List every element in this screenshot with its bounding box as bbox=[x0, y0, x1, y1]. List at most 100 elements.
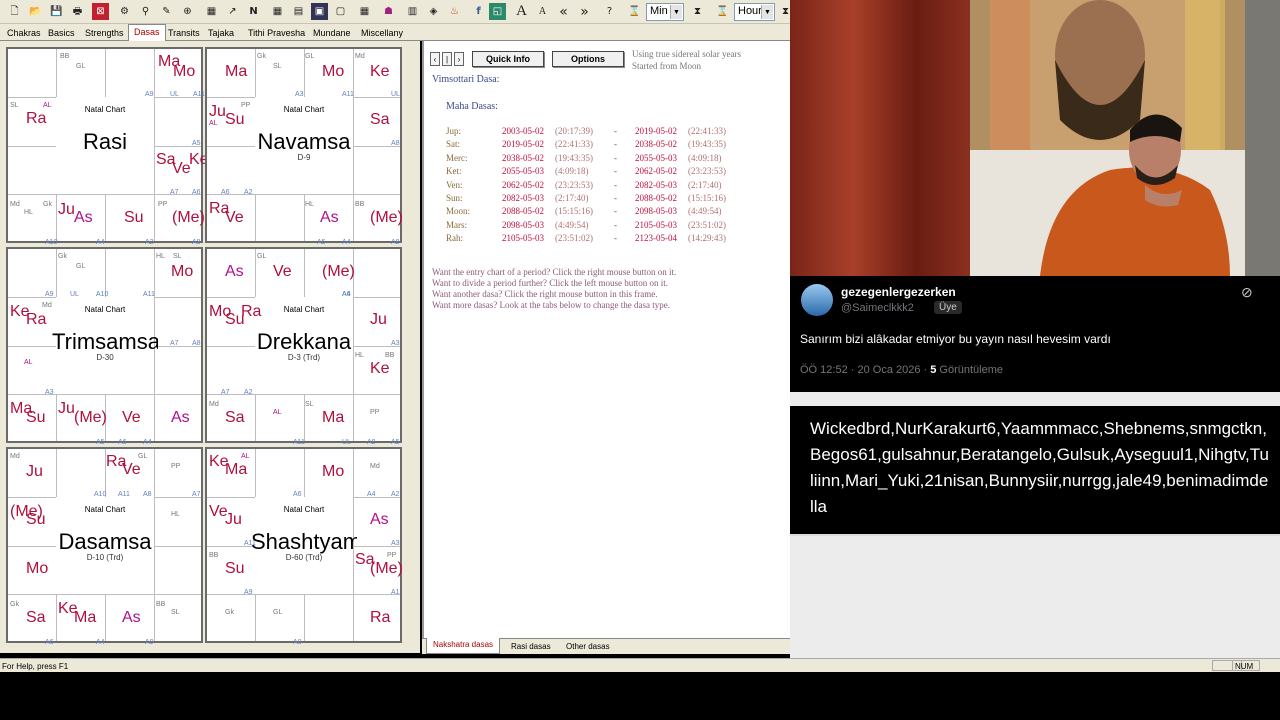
planet-label[interactable]: Su bbox=[26, 512, 46, 528]
planet-label[interactable]: As bbox=[171, 410, 190, 426]
grid-icon[interactable]: ▦ bbox=[269, 3, 286, 20]
planet-label[interactable]: Su bbox=[225, 312, 245, 328]
planet-label[interactable]: Su bbox=[124, 210, 144, 226]
planet-label[interactable]: (Me) bbox=[322, 264, 355, 280]
tab-tajaka[interactable]: Tajaka bbox=[203, 26, 239, 41]
planet-label[interactable]: Su bbox=[26, 410, 46, 426]
planet-label[interactable]: Ma bbox=[225, 64, 247, 80]
planet-label[interactable]: Sa bbox=[26, 610, 46, 626]
planet-label[interactable]: Ju bbox=[209, 104, 226, 120]
chart-1[interactable]: Natal Chart Navamsa D-9 Ma Mo Ke Ju Su Sa Ra Ve As(… bbox=[205, 47, 403, 246]
tab-chakras[interactable]: Chakras bbox=[2, 26, 46, 41]
print-icon[interactable]: 🖶 bbox=[69, 3, 86, 20]
search-icon[interactable]: ⚲ bbox=[137, 3, 154, 20]
planet-label[interactable]: Ve bbox=[122, 410, 141, 426]
back-icon[interactable]: « bbox=[555, 3, 572, 20]
planet-label[interactable]: Mo bbox=[173, 64, 195, 80]
planet-label[interactable]: Sa bbox=[225, 410, 245, 426]
planet-label[interactable]: Ju bbox=[58, 202, 75, 218]
planet-label[interactable]: (Me) bbox=[74, 410, 107, 426]
book-icon[interactable]: ▥ bbox=[404, 3, 421, 20]
planet-label[interactable]: Ke bbox=[370, 64, 390, 80]
planet-label[interactable]: Mo bbox=[322, 464, 344, 480]
planet-label[interactable]: Ju bbox=[58, 401, 75, 417]
frame-icon[interactable]: ▢ bbox=[332, 3, 349, 20]
app-icon[interactable]: ◱ bbox=[489, 3, 506, 20]
quick-info-button[interactable]: Quick Info bbox=[472, 51, 544, 67]
tab-strengths[interactable]: Strengths bbox=[80, 26, 129, 41]
planet-label[interactable]: Ju bbox=[225, 512, 242, 528]
tab-mundane[interactable]: Mundane bbox=[308, 26, 356, 41]
facebook-icon[interactable]: f bbox=[470, 3, 487, 20]
new-file-icon[interactable]: 🗋 bbox=[6, 3, 23, 20]
planet-label[interactable]: Ju bbox=[26, 464, 43, 480]
planet-label[interactable]: Ra bbox=[26, 312, 46, 328]
planet-label[interactable]: Ve bbox=[172, 161, 191, 177]
tab-nakshatra-dasas[interactable]: Nakshatra dasas bbox=[426, 638, 501, 654]
planet-label[interactable]: Su bbox=[225, 112, 245, 128]
connect-icon[interactable]: ✎ bbox=[158, 3, 175, 20]
clock-icon[interactable]: ⌛ bbox=[714, 3, 731, 20]
chart-icon[interactable]: ⊠ bbox=[92, 3, 109, 20]
planet-label[interactable]: Su bbox=[225, 561, 245, 577]
planet-label[interactable]: Ve bbox=[122, 462, 141, 478]
table-icon[interactable]: ▤ bbox=[290, 3, 307, 20]
dasa-panel[interactable]: ‹ | › Quick Info Options Using true side… bbox=[422, 41, 790, 653]
planet-label[interactable]: Sa bbox=[370, 112, 390, 128]
chart-0[interactable]: Natal Chart Rasi Ma Mo Ra Sa Ve Ke Ju As Su (Me) BB G… bbox=[6, 47, 209, 246]
graph-icon[interactable]: ↗ bbox=[224, 3, 241, 20]
pause-button[interactable]: | bbox=[442, 52, 452, 66]
planet-label[interactable]: (Me) bbox=[370, 210, 403, 226]
sp-icon[interactable]: ▦ bbox=[203, 3, 220, 20]
step-icon[interactable]: ⧗ bbox=[689, 3, 706, 20]
time-unit-hour-select[interactable]: Hour ▼ bbox=[734, 3, 775, 21]
chart-2[interactable]: Natal Chart Trimsamsa D-30 Mo Ke Ra Ma Su Ju (Me)… bbox=[6, 247, 203, 446]
save-icon[interactable]: 💾 bbox=[48, 3, 65, 20]
time-icon[interactable]: ⌛ bbox=[626, 3, 643, 20]
planet-label[interactable]: Ma bbox=[74, 610, 96, 626]
planet-label[interactable]: Mo bbox=[322, 64, 344, 80]
planet-label[interactable]: As bbox=[225, 264, 244, 280]
options-button[interactable]: Options bbox=[552, 51, 624, 67]
tab-dasas[interactable]: Dasas bbox=[128, 24, 166, 42]
open-folder-icon[interactable]: 📂 bbox=[27, 3, 44, 20]
planet-label[interactable]: As bbox=[320, 210, 339, 226]
tab-rasi-dasas[interactable]: Rasi dasas bbox=[505, 640, 557, 654]
planet-label[interactable]: Ra bbox=[370, 610, 390, 626]
planet-label[interactable]: Ju bbox=[370, 312, 387, 328]
cube-icon[interactable]: ◈ bbox=[425, 3, 442, 20]
planet-label[interactable]: Mo bbox=[171, 264, 193, 280]
data-icon[interactable]: ⚙ bbox=[116, 3, 133, 20]
forward-icon[interactable]: » bbox=[576, 3, 593, 20]
tab-transits[interactable]: Transits bbox=[163, 26, 205, 41]
planet-label[interactable]: (Me) bbox=[370, 561, 403, 577]
fire-icon[interactable]: ♨ bbox=[446, 3, 463, 20]
people-icon[interactable]: ☗ bbox=[380, 3, 397, 20]
chart-5[interactable]: Natal ChartShashtyamsaD-60 (Trd)KeMaMoVe… bbox=[205, 447, 403, 646]
planet-label[interactable]: Ma bbox=[322, 410, 344, 426]
tab-other-dasas[interactable]: Other dasas bbox=[560, 640, 616, 654]
next-period-button[interactable]: › bbox=[454, 52, 464, 66]
planet-label[interactable]: Mo bbox=[26, 561, 48, 577]
planet-label[interactable]: Ve bbox=[225, 210, 244, 226]
n-icon[interactable]: N bbox=[245, 3, 262, 20]
planet-label[interactable]: (Me) bbox=[172, 210, 205, 226]
font-large-icon[interactable]: A bbox=[513, 3, 530, 20]
chart-3[interactable]: Natal Chart Drekkana D-3 (Trd) As Ve (Me) Mo Ra… bbox=[205, 247, 402, 446]
sb-icon[interactable]: ▣ bbox=[311, 3, 328, 20]
tab-tithi-pravesha[interactable]: Tithi Pravesha bbox=[243, 26, 310, 41]
time-unit-min-select[interactable]: Min ▼ bbox=[646, 3, 684, 21]
font-small-icon[interactable]: A bbox=[534, 3, 551, 20]
tab-basics[interactable]: Basics bbox=[43, 26, 80, 41]
chart-4[interactable]: Natal Chart Dasamsa D-10 (Trd) Ju Ra Ve (Me) Su… bbox=[6, 447, 203, 646]
planet-label[interactable]: As bbox=[370, 512, 389, 528]
matrix-icon[interactable]: ▦ bbox=[356, 3, 373, 20]
planet-label[interactable]: Ke bbox=[370, 361, 390, 377]
tab-miscellany[interactable]: Miscellany bbox=[356, 26, 408, 41]
globe-icon[interactable]: ⊕ bbox=[179, 3, 196, 20]
planet-label[interactable]: Ve bbox=[273, 264, 292, 280]
prev-period-button[interactable]: ‹ bbox=[430, 52, 440, 66]
planet-label[interactable]: As bbox=[74, 210, 93, 226]
planet-label[interactable]: As bbox=[122, 610, 141, 626]
planet-label[interactable]: Ma bbox=[225, 462, 247, 478]
